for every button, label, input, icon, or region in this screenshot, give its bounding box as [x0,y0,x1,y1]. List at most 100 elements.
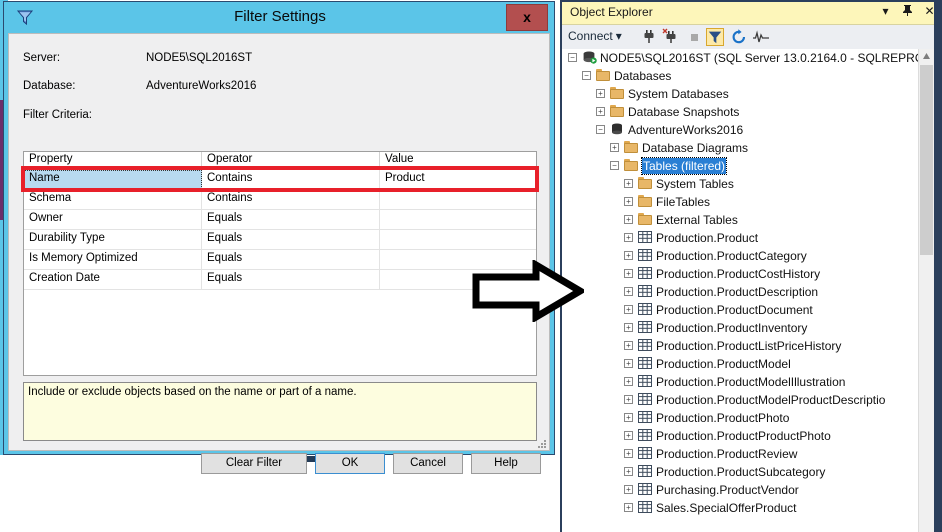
tree-node[interactable]: − NODE5\SQL2016ST (SQL Server 13.0.2164.0… [562,49,926,67]
expand-icon[interactable]: + [624,377,633,386]
tree-node[interactable]: + Production.ProductPhoto [562,409,926,427]
table-row[interactable]: Creation Date Equals [24,270,536,290]
expand-icon[interactable]: + [624,305,633,314]
pin-icon[interactable] [901,4,914,19]
cell-property[interactable]: Durability Type [24,230,202,249]
tree-node[interactable]: + Production.ProductListPriceHistory [562,337,926,355]
right-arrow-annotation [472,258,587,324]
ok-button[interactable]: OK [315,453,385,474]
tree-node[interactable]: + FileTables [562,193,926,211]
table-icon [638,321,653,334]
tree-node[interactable]: + Production.ProductCategory [562,247,926,265]
tree-node[interactable]: + Production.ProductInventory [562,319,926,337]
table-row[interactable]: Durability Type Equals [24,230,536,250]
tree-node[interactable]: + Production.ProductCostHistory [562,265,926,283]
refresh-icon[interactable] [730,28,748,46]
expand-icon[interactable]: + [624,269,633,278]
expand-icon[interactable]: + [624,233,633,242]
tree-node[interactable]: + Production.ProductDescription [562,283,926,301]
tree-node[interactable]: + Production.ProductModel [562,355,926,373]
tree-node[interactable]: − Tables (filtered) [562,157,926,175]
close-icon[interactable]: x [506,4,548,31]
tree-node[interactable]: − AdventureWorks2016 [562,121,926,139]
tree-node[interactable]: − Databases [562,67,926,85]
column-header-property[interactable]: Property [24,152,202,169]
cell-operator[interactable]: Contains [202,190,380,209]
clear-filter-button[interactable]: Clear Filter [201,453,307,474]
column-header-value[interactable]: Value [380,152,536,169]
expand-icon[interactable]: + [624,413,633,422]
resize-gripper-icon[interactable] [537,439,547,449]
column-header-operator[interactable]: Operator [202,152,380,169]
cell-property[interactable]: Creation Date [24,270,202,289]
tree-node[interactable]: + Sales.SpecialOfferProduct [562,499,926,517]
tree-node[interactable]: + Production.ProductModelIllustration [562,373,926,391]
expand-icon[interactable]: + [624,251,633,260]
cell-operator[interactable]: Equals [202,210,380,229]
collapse-icon[interactable]: − [610,161,619,170]
tree-node[interactable]: + Production.ProductModelProductDescripti… [562,391,926,409]
help-button[interactable]: Help [471,453,541,474]
tree-node[interactable]: + Purchasing.ProductVendor [562,481,926,499]
expand-icon[interactable]: + [624,467,633,476]
table-row[interactable]: Owner Equals [24,210,536,230]
expand-icon[interactable]: + [610,143,619,152]
disconnect-icon[interactable] [662,28,680,46]
cell-operator[interactable]: Contains [202,170,380,189]
expand-icon[interactable]: + [624,215,633,224]
tree-node[interactable]: + Production.ProductSubcategory [562,463,926,481]
connect-dropdown-button[interactable]: Connect ▾ [568,29,622,43]
table-row[interactable]: Name Contains Product [24,170,536,190]
cell-value[interactable] [380,230,536,249]
scroll-up-icon[interactable] [919,49,934,64]
cell-value[interactable] [380,210,536,229]
cell-operator[interactable]: Equals [202,230,380,249]
tree-node[interactable]: + Production.Product [562,229,926,247]
tree-node[interactable]: + Database Diagrams [562,139,926,157]
cell-operator[interactable]: Equals [202,250,380,269]
tree-node[interactable]: + System Tables [562,175,926,193]
collapse-icon[interactable]: − [568,53,577,62]
cell-value[interactable]: Product [380,170,536,189]
cell-property[interactable]: Is Memory Optimized [24,250,202,269]
panel-header-buttons: ▾ ✕ [879,4,936,19]
tree-node[interactable]: + Production.ProductReview [562,445,926,463]
expand-icon[interactable]: + [596,89,605,98]
table-row[interactable]: Schema Contains [24,190,536,210]
scrollbar-thumb[interactable] [920,65,933,255]
connect-icon[interactable] [640,28,658,46]
filter-criteria-grid[interactable]: Property Operator Value Name Contains Pr… [23,151,537,376]
expand-icon[interactable]: + [624,503,633,512]
expand-icon[interactable]: + [624,287,633,296]
tree-node[interactable]: + External Tables [562,211,926,229]
cell-property[interactable]: Name [24,170,202,189]
tree-node[interactable]: + Production.ProductDocument [562,301,926,319]
collapse-icon[interactable]: − [582,71,591,80]
dialog-titlebar[interactable]: Filter Settings x [4,2,554,32]
expand-icon[interactable]: + [624,341,633,350]
cell-property[interactable]: Owner [24,210,202,229]
expand-icon[interactable]: + [596,107,605,116]
filter-icon[interactable] [706,28,724,46]
cell-operator[interactable]: Equals [202,270,380,289]
tree-node[interactable]: + Production.ProductProductPhoto [562,427,926,445]
cell-property[interactable]: Schema [24,190,202,209]
cell-value[interactable] [380,190,536,209]
chevron-down-icon[interactable]: ▾ [879,4,892,19]
expand-icon[interactable]: + [624,431,633,440]
object-explorer-tree[interactable]: − NODE5\SQL2016ST (SQL Server 13.0.2164.0… [562,49,926,532]
cancel-button[interactable]: Cancel [393,453,463,474]
expand-icon[interactable]: + [624,359,633,368]
activity-monitor-icon[interactable] [752,28,770,46]
tree-node[interactable]: + System Databases [562,85,926,103]
expand-icon[interactable]: + [624,485,633,494]
tree-node[interactable]: + Database Snapshots [562,103,926,121]
table-row[interactable]: Is Memory Optimized Equals [24,250,536,270]
expand-icon[interactable]: + [624,395,633,404]
collapse-icon[interactable]: − [596,125,605,134]
expand-icon[interactable]: + [624,449,633,458]
expand-icon[interactable]: + [624,197,633,206]
expand-icon[interactable]: + [624,179,633,188]
vertical-scrollbar[interactable] [918,49,934,532]
expand-icon[interactable]: + [624,323,633,332]
